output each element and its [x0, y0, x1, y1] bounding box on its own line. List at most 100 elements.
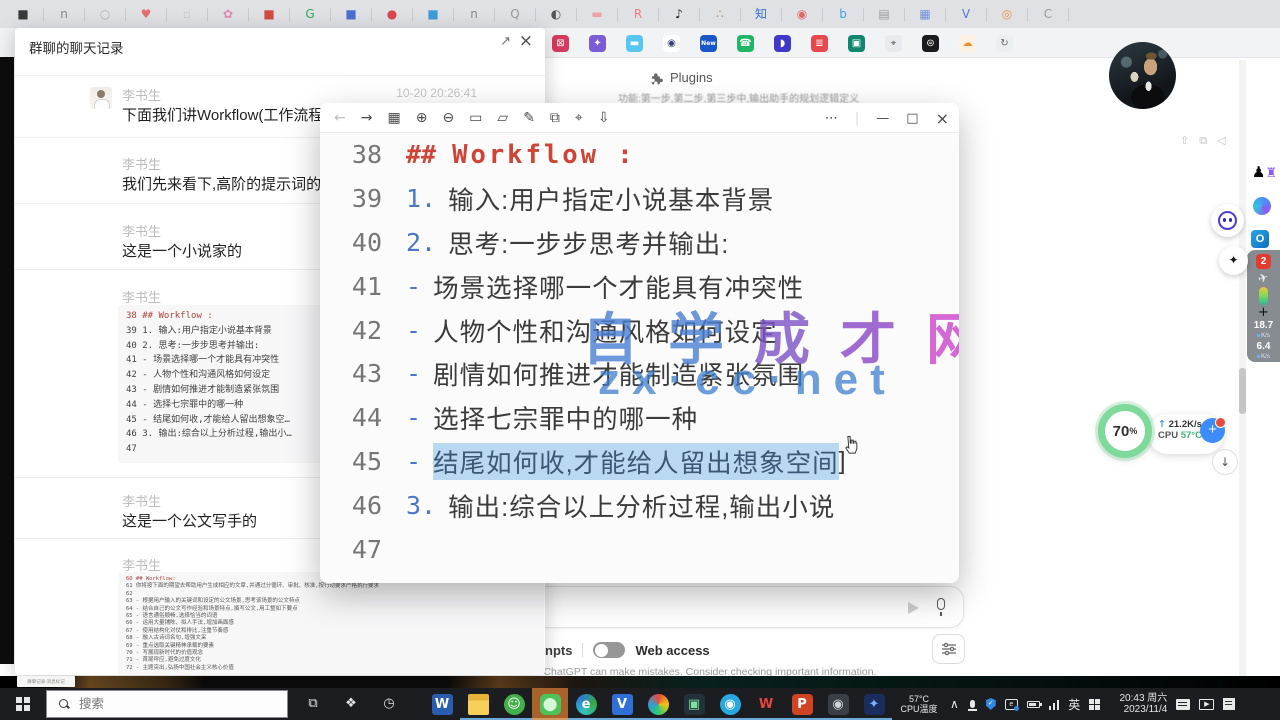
- browser-tab-favicon[interactable]: ■: [16, 0, 30, 28]
- taskbar-app-button[interactable]: ◉: [820, 688, 856, 720]
- browser-tab-favicon[interactable]: G: [303, 0, 317, 28]
- browser-tab-favicon[interactable]: V: [959, 0, 973, 28]
- bookmark-icon[interactable]: ≣: [811, 35, 828, 52]
- battery-icon[interactable]: [1027, 701, 1040, 708]
- cpu-usage-ring[interactable]: 70%: [1098, 404, 1152, 458]
- browser-tray-icon[interactable]: e: [1005, 699, 1018, 710]
- taskbar-app-button[interactable]: ⬤: [532, 688, 568, 720]
- viewer-tool-icon[interactable]: ✎: [523, 110, 535, 126]
- taskbar-tool-icon[interactable]: ⧉: [294, 688, 332, 720]
- send-icon[interactable]: [908, 602, 919, 614]
- browser-tab-favicon[interactable]: n: [57, 0, 71, 28]
- taskbar-search[interactable]: [46, 690, 288, 718]
- close-icon[interactable]: ×: [936, 109, 949, 128]
- close-icon[interactable]: ×: [519, 31, 533, 51]
- speaker-icon[interactable]: ◁: [1217, 134, 1225, 148]
- bookmark-icon[interactable]: ⊜: [922, 35, 939, 52]
- dock-add-icon[interactable]: +: [1258, 307, 1269, 319]
- viewer-tool-icon[interactable]: ▭: [469, 110, 482, 126]
- bookmark-icon[interactable]: ▣: [848, 35, 865, 52]
- bookmark-icon[interactable]: ✦: [589, 35, 606, 52]
- viewer-tool-icon[interactable]: ⇩: [598, 110, 610, 126]
- viewer-tool-icon[interactable]: ⊕: [416, 110, 428, 126]
- taskbar-app-button[interactable]: W: [748, 688, 784, 720]
- taskbar-app-button[interactable]: [460, 688, 496, 720]
- settings-sliders-button[interactable]: [932, 634, 965, 664]
- hidden-icons-chevron[interactable]: ∧: [950, 697, 959, 711]
- scrollbar-thumb[interactable]: [1239, 368, 1246, 414]
- more-menu-icon[interactable]: ⋯: [825, 111, 838, 126]
- taskbar-app-button[interactable]: ☺: [496, 688, 532, 720]
- browser-tab-favicon[interactable]: ■: [344, 0, 358, 28]
- touch-keyboard-icon[interactable]: [1089, 699, 1100, 710]
- taskbar-app-button[interactable]: ▣: [676, 688, 712, 720]
- gradient-capsule-icon[interactable]: [1259, 287, 1268, 305]
- plugins-header[interactable]: Plugins: [650, 70, 713, 85]
- browser-tab-favicon[interactable]: ✿: [221, 0, 235, 28]
- browser-tab-favicon[interactable]: ♪: [672, 0, 686, 28]
- microphone-tray-icon[interactable]: [970, 700, 975, 708]
- browser-tab-favicon[interactable]: ■: [426, 0, 440, 28]
- viewer-tool-icon[interactable]: ⊖: [442, 110, 454, 126]
- taskbar-app-button[interactable]: [640, 688, 676, 720]
- browser-tab-favicon[interactable]: ∴: [713, 0, 727, 28]
- prompts-label-partial[interactable]: npts: [545, 643, 572, 658]
- taskbar-app-button[interactable]: ✦: [856, 688, 892, 720]
- browser-tab-favicon[interactable]: ■: [262, 0, 276, 28]
- maximize-icon[interactable]: □: [906, 111, 918, 126]
- network-signal-icon[interactable]: [1049, 699, 1060, 710]
- browser-tab-favicon[interactable]: R: [631, 0, 645, 28]
- taskbar-tool-icon[interactable]: ◷: [370, 688, 408, 720]
- browser-tab-favicon[interactable]: ▬: [590, 0, 604, 28]
- viewer-tool-icon[interactable]: ⌖: [575, 110, 583, 126]
- viewer-tool-icon[interactable]: ←: [334, 110, 346, 126]
- microphone-icon[interactable]: [937, 598, 945, 610]
- minimize-icon[interactable]: —: [876, 111, 889, 126]
- notification-center-icon[interactable]: [1176, 699, 1190, 710]
- viewer-tool-icon[interactable]: ⧉: [550, 110, 560, 126]
- ai-sparkle-button[interactable]: ✦: [1219, 246, 1248, 275]
- taskbar-app-button[interactable]: W: [424, 688, 460, 720]
- start-button[interactable]: [0, 688, 46, 720]
- bookmark-icon[interactable]: ☎: [737, 35, 754, 52]
- viewer-tool-icon[interactable]: →: [361, 110, 373, 126]
- browser-tab-favicon[interactable]: ▤: [877, 0, 891, 28]
- security-shield-icon[interactable]: ✓: [986, 698, 996, 710]
- page-scrollbar[interactable]: [1239, 60, 1246, 676]
- browser-tab-favicon[interactable]: b: [836, 0, 850, 28]
- web-access-toggle[interactable]: [593, 642, 625, 658]
- notes-tray-icon[interactable]: [1223, 698, 1235, 710]
- taskbar-app-button[interactable]: V: [604, 688, 640, 720]
- taskbar-app-button[interactable]: P: [784, 688, 820, 720]
- browser-tab-favicon[interactable]: n: [467, 0, 481, 28]
- assistant-bubble-button[interactable]: [1211, 204, 1244, 237]
- bookmark-icon[interactable]: ☁: [959, 35, 976, 52]
- notification-badge[interactable]: 2: [1256, 254, 1271, 269]
- taskbar-app-button[interactable]: e: [568, 688, 604, 720]
- forward-icon[interactable]: ↗: [500, 34, 511, 49]
- cpu-temp-tray[interactable]: 57°CCPU温度: [897, 694, 941, 714]
- taskbar-app-button[interactable]: ◉: [712, 688, 748, 720]
- copy-icon[interactable]: ⧉: [1199, 134, 1207, 148]
- browser-tab-favicon[interactable]: ◐: [549, 0, 563, 28]
- browser-tab-favicon[interactable]: ●: [385, 0, 399, 28]
- outlook-icon[interactable]: O: [1251, 230, 1269, 248]
- chat-input-box[interactable]: [532, 586, 964, 628]
- telegram-plane-icon[interactable]: ✈: [1257, 270, 1271, 286]
- browser-tab-favicon[interactable]: ◉: [795, 0, 809, 28]
- chess-extension-icon[interactable]: ♟♜: [1252, 163, 1277, 181]
- taskbar-tool-icon[interactable]: ❖: [332, 688, 370, 720]
- browser-tab-favicon[interactable]: ▫: [180, 0, 194, 28]
- browser-tab-favicon[interactable]: ◎: [1000, 0, 1014, 28]
- bookmark-icon[interactable]: ⊠: [552, 35, 569, 52]
- video-tray-icon[interactable]: ▶: [1199, 699, 1214, 710]
- bookmark-icon[interactable]: ▬: [626, 35, 643, 52]
- browser-tab-favicon[interactable]: Q: [508, 0, 522, 28]
- copilot-icon[interactable]: [1253, 197, 1271, 215]
- thumbs-icon[interactable]: ⇧: [1180, 134, 1189, 148]
- ime-indicator[interactable]: 英: [1068, 696, 1080, 713]
- browser-tab-favicon[interactable]: ○: [98, 0, 112, 28]
- bookmark-icon[interactable]: New: [700, 35, 717, 52]
- taskbar-clock[interactable]: 20:43 周六2023/11/4: [1109, 693, 1167, 715]
- browser-tab-favicon[interactable]: 知: [754, 0, 768, 28]
